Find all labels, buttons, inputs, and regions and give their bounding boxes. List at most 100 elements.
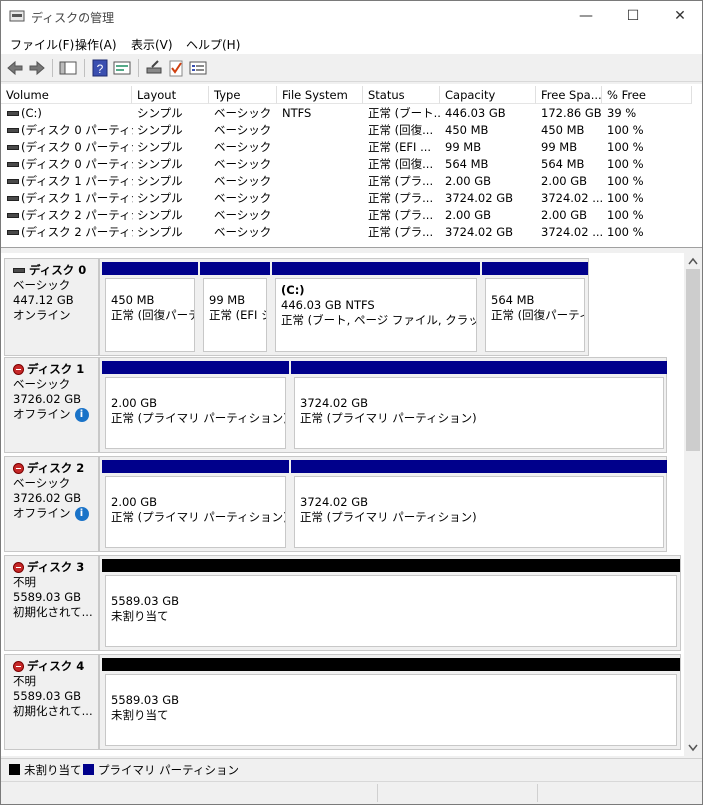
scroll-up-icon[interactable]	[688, 257, 698, 265]
primary-partition[interactable]: 450 MB 正常 (回復パーテ	[102, 262, 198, 352]
column-header-capacity[interactable]: Capacity	[440, 86, 536, 104]
disk-type-text: 不明	[13, 674, 36, 688]
offline-disk-icon	[13, 661, 24, 672]
volume-cell: ベーシック	[214, 123, 272, 137]
volume-row[interactable]: (ディスク 1 パーティシ... シンプル ベーシック 正常 (プラ... 3724.0…	[1, 190, 702, 207]
disk-label[interactable]: ディスク 2 ベーシック 3726.02 GB オフライン i	[4, 456, 99, 552]
volume-icon	[7, 111, 19, 116]
partition-spacer	[111, 481, 285, 495]
column-header-status[interactable]: Status	[363, 86, 440, 104]
column-header-volume[interactable]: Volume	[1, 86, 132, 104]
disk-label[interactable]: ディスク 3 不明 5589.03 GB 初期化されて...	[4, 555, 99, 651]
vertical-scrollbar[interactable]	[684, 253, 702, 756]
volume-row[interactable]: (C:) シンプル ベーシック NTFS 正常 (ブート... 446.03 GB 172.…	[1, 105, 702, 122]
partition-bar	[482, 262, 588, 275]
partition-status: 未割り当て	[111, 708, 169, 722]
status-separator	[377, 784, 378, 802]
disk-label[interactable]: ディスク 4 不明 5589.03 GB 初期化されて...	[4, 654, 99, 750]
partition-container: 5589.03 GB 未割り当て	[99, 654, 681, 750]
unallocated-partition[interactable]: 5589.03 GB 未割り当て	[102, 658, 680, 746]
menu-view[interactable]: 表示(V)	[131, 36, 173, 53]
disk-name-text: ディスク 0	[29, 263, 87, 277]
legend-swatch-primary	[83, 764, 94, 775]
volume-icon	[7, 213, 19, 218]
scroll-thumb[interactable]	[686, 269, 700, 451]
partition-size: 564 MB	[491, 293, 535, 307]
volume-cell: 2.00 GB	[541, 208, 588, 222]
volume-cell: 100 %	[607, 208, 644, 222]
menu-file[interactable]: ファイル(F)	[10, 36, 74, 53]
partition-status: 正常 (回復パーテ	[111, 308, 195, 322]
offline-disk-icon	[13, 463, 24, 474]
partition-bar	[102, 559, 680, 572]
disk-label[interactable]: ディスク 1 ベーシック 3726.02 GB オフライン i	[4, 357, 99, 453]
volume-cell	[282, 173, 363, 190]
back-arrow-icon[interactable]	[5, 58, 25, 78]
properties-icon[interactable]	[112, 58, 132, 78]
primary-partition[interactable]: 2.00 GB 正常 (プライマリ パーティション)	[102, 460, 289, 548]
partition-bar	[272, 262, 480, 275]
maximize-button[interactable]: ☐	[610, 1, 656, 32]
volume-cell: シンプル	[137, 106, 183, 120]
volume-row[interactable]: (ディスク 0 パーティシ... シンプル ベーシック 正常 (EFI ... 99 M…	[1, 139, 702, 156]
primary-partition[interactable]: 3724.02 GB 正常 (プライマリ パーティション)	[291, 460, 667, 548]
check-icon[interactable]	[166, 58, 186, 78]
disk-icon	[13, 268, 25, 273]
volume-cell: 正常 (プラ...	[368, 225, 434, 239]
partition-size: 3724.02 GB	[300, 495, 369, 509]
primary-partition[interactable]: (C:)446.03 GB NTFS正常 (ブート, ページ ファイル, クラッ…	[272, 262, 480, 352]
column-header-layout[interactable]: Layout	[132, 86, 209, 104]
partition-body: 99 MB 正常 (EFI シ	[203, 278, 267, 352]
forward-arrow-icon[interactable]	[27, 58, 47, 78]
column-header-percent-free[interactable]: % Free	[602, 86, 692, 104]
volume-row[interactable]: (ディスク 2 パーティシ... シンプル ベーシック 正常 (プラ... 3724.0…	[1, 224, 702, 241]
disk-graphical-view: ディスク 0 ベーシック 447.12 GB オンライン 450 MB 正常 (回復パーテ…	[1, 253, 684, 756]
primary-partition[interactable]: 3724.02 GB 正常 (プライマリ パーティション)	[291, 361, 667, 449]
column-header-free-space[interactable]: Free Spa...	[536, 86, 602, 104]
disk-state: 初期化されて...	[13, 704, 98, 719]
column-header-filesystem[interactable]: File System	[277, 86, 363, 104]
primary-partition[interactable]: 99 MB 正常 (EFI シ	[200, 262, 270, 352]
menu-help[interactable]: ヘルプ(H)	[186, 36, 240, 53]
volume-cell: 100 %	[607, 157, 644, 171]
partition-container: 2.00 GB 正常 (プライマリ パーティション) 3724.02 GB 正常 (プ…	[99, 357, 667, 453]
minimize-button[interactable]: —	[563, 1, 609, 32]
volume-row[interactable]: (ディスク 0 パーティシ... シンプル ベーシック 正常 (回復... 450 MB…	[1, 122, 702, 139]
disk-size-text: 5589.03 GB	[13, 689, 82, 703]
disk-type: ベーシック	[13, 278, 98, 293]
scroll-down-icon[interactable]	[688, 744, 698, 752]
disk-name: ディスク 0	[13, 263, 98, 278]
menu-action[interactable]: 操作(A)	[75, 36, 117, 53]
connect-drive-icon[interactable]	[144, 58, 164, 78]
legend-swatch-unallocated	[9, 764, 20, 775]
primary-partition[interactable]: 564 MB 正常 (回復パーティ	[482, 262, 588, 352]
partition-spacer	[111, 580, 676, 594]
info-icon[interactable]: i	[74, 506, 89, 521]
disk-label[interactable]: ディスク 0 ベーシック 447.12 GB オンライン	[4, 258, 99, 356]
volume-cell: ベーシック	[214, 191, 272, 205]
disk-management-icon	[9, 10, 25, 22]
volume-cell: 99 MB	[445, 140, 482, 154]
disk-type-text: ベーシック	[13, 476, 71, 490]
partition-size: 446.03 GB NTFS	[281, 298, 375, 312]
disk-size-text: 3726.02 GB	[13, 392, 82, 406]
unallocated-partition[interactable]: 5589.03 GB 未割り当て	[102, 559, 680, 647]
info-icon[interactable]: i	[74, 407, 89, 422]
partition-status: 正常 (ブート, ページ ファイル, クラッシュ ダン	[281, 313, 476, 327]
column-header-type[interactable]: Type	[209, 86, 277, 104]
console-icon[interactable]	[188, 58, 208, 78]
close-button[interactable]: ✕	[657, 1, 703, 32]
primary-partition[interactable]: 2.00 GB 正常 (プライマリ パーティション)	[102, 361, 289, 449]
volume-cell: (ディスク 1 パーティシ...	[21, 174, 133, 188]
volume-cell: NTFS	[282, 106, 312, 120]
toolbar-separator	[138, 59, 139, 77]
partition-status: 正常 (プライマリ パーティション)	[300, 411, 477, 425]
toolbar-separator	[52, 59, 53, 77]
volume-row[interactable]: (ディスク 1 パーティシ... シンプル ベーシック 正常 (プラ... 2.00 G…	[1, 173, 702, 190]
volume-row[interactable]: (ディスク 2 パーティシ... シンプル ベーシック 正常 (プラ... 2.00 G…	[1, 207, 702, 224]
help-icon[interactable]: ?	[90, 58, 110, 78]
partition-body: 3724.02 GB 正常 (プライマリ パーティション)	[294, 377, 664, 449]
legend-label-unallocated: 未割り当て	[24, 763, 82, 777]
show-hide-tree-icon[interactable]	[58, 58, 78, 78]
volume-row[interactable]: (ディスク 0 パーティシ... シンプル ベーシック 正常 (回復... 564 MB…	[1, 156, 702, 173]
